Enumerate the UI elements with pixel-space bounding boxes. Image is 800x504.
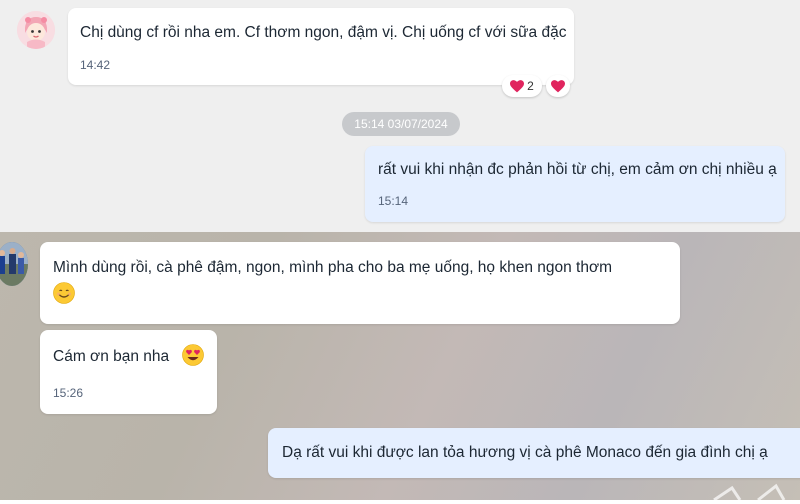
reaction-count-badge[interactable]: 2 [502, 75, 542, 97]
chat-panel-top: Chị dùng cf rồi nha em. Cf thơm ngon, đậ… [0, 0, 800, 232]
heart-icon [510, 79, 525, 92]
message-text: Chị dùng cf rồi nha em. Cf thơm ngon, đậ… [80, 24, 567, 41]
message-time: 15:14 [378, 194, 409, 208]
incoming-message-bubble[interactable]: Chị dùng cf rồi nha em. Cf thơm ngon, đậ… [68, 8, 574, 85]
outgoing-message-bubble[interactable]: Dạ rất vui khi được lan tỏa hương vị cà … [268, 428, 800, 478]
message-text: Mình dùng rồi, cà phê đậm, ngon, mình ph… [53, 259, 613, 276]
message-text: Dạ rất vui khi được lan tỏa hương vị cà … [282, 444, 768, 461]
message-time: 15:26 [53, 386, 84, 400]
contact-avatar[interactable] [0, 242, 28, 286]
message-time: 14:42 [80, 58, 111, 72]
reaction-count: 2 [527, 79, 534, 93]
react-button[interactable] [546, 75, 570, 97]
cartoon-girl-avatar-icon [17, 11, 55, 49]
heart-eyes-icon [182, 344, 204, 366]
chat-panel-bottom: Mình dùng rồi, cà phê đậm, ngon, mình ph… [0, 232, 800, 502]
incoming-message-bubble[interactable]: Mình dùng rồi, cà phê đậm, ngon, mình ph… [40, 242, 680, 324]
incoming-message-bubble[interactable]: Cám ơn bạn nha 15:26 [40, 330, 217, 414]
smiling-face-icon [53, 282, 75, 304]
photo-avatar-icon [0, 242, 28, 286]
heart-icon [551, 79, 565, 92]
contact-avatar[interactable] [17, 11, 55, 49]
message-text: Cám ơn bạn nha [53, 348, 170, 365]
message-text: rất vui khi nhận đc phản hồi từ chị, em … [378, 161, 777, 178]
date-divider: 15:14 03/07/2024 [342, 112, 460, 136]
quick-reply-hint-icon [713, 483, 786, 502]
outgoing-message-bubble[interactable]: rất vui khi nhận đc phản hồi từ chị, em … [365, 146, 785, 222]
